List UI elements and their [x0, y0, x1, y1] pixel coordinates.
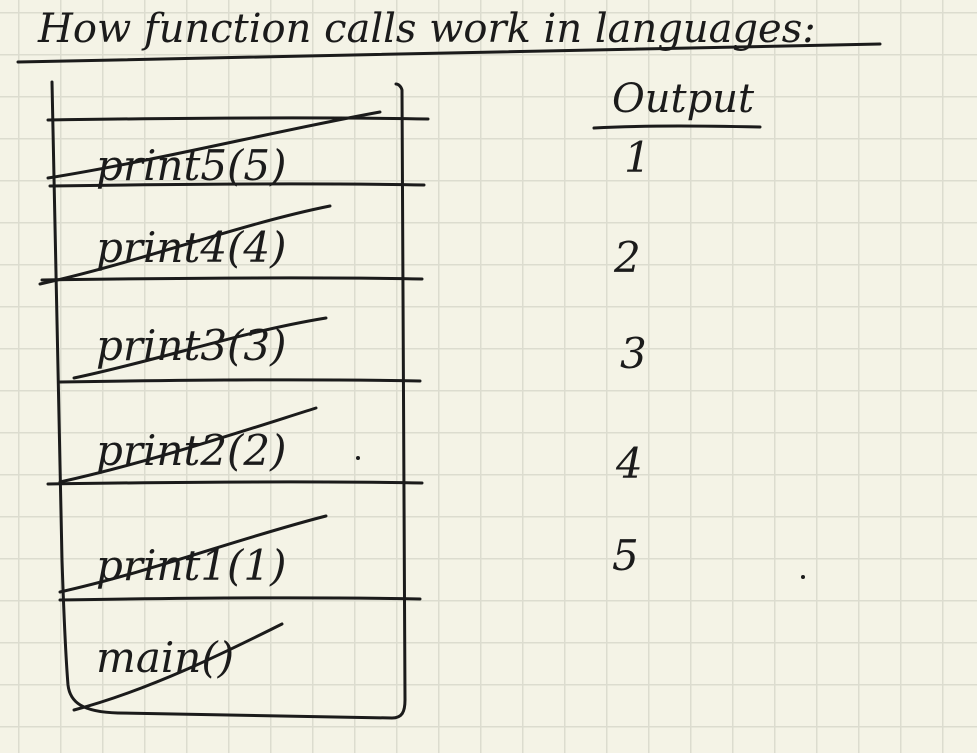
- stack-divider: [46, 116, 430, 122]
- output-underline: [592, 124, 762, 130]
- stack-divider: [58, 596, 422, 602]
- output-value: 3: [620, 329, 647, 378]
- output-value: 1: [624, 133, 651, 182]
- output-value: 5: [612, 531, 639, 580]
- title-text: How function calls work in languages:: [37, 6, 816, 52]
- stack-frame-label: print1(1): [96, 541, 287, 590]
- call-stack: print5(5)print4(4)print3(3)print2(2)prin…: [38, 80, 430, 720]
- output-value: 2: [613, 233, 641, 282]
- whiteboard-canvas: How function calls work in languages: pr…: [16, 6, 882, 720]
- stack-frame-label: print3(3): [96, 321, 287, 370]
- title: How function calls work in languages:: [16, 6, 882, 64]
- stack-divider: [58, 378, 422, 384]
- stack-frame-label: print2(2): [96, 426, 287, 475]
- ink-dot: [801, 575, 805, 579]
- output-heading: Output: [612, 76, 755, 122]
- output-value: 4: [615, 439, 643, 488]
- output-values: 1 2 3 4 5: [612, 133, 651, 580]
- ink-dot: [356, 456, 360, 460]
- stack-frame-label: print4(4): [96, 223, 287, 272]
- output-section: Output 1 2 3 4 5: [592, 76, 762, 580]
- stack-frames: print5(5)print4(4)print3(3)print2(2)prin…: [38, 110, 430, 712]
- stack-divider: [46, 480, 424, 486]
- stack-divider: [40, 276, 424, 282]
